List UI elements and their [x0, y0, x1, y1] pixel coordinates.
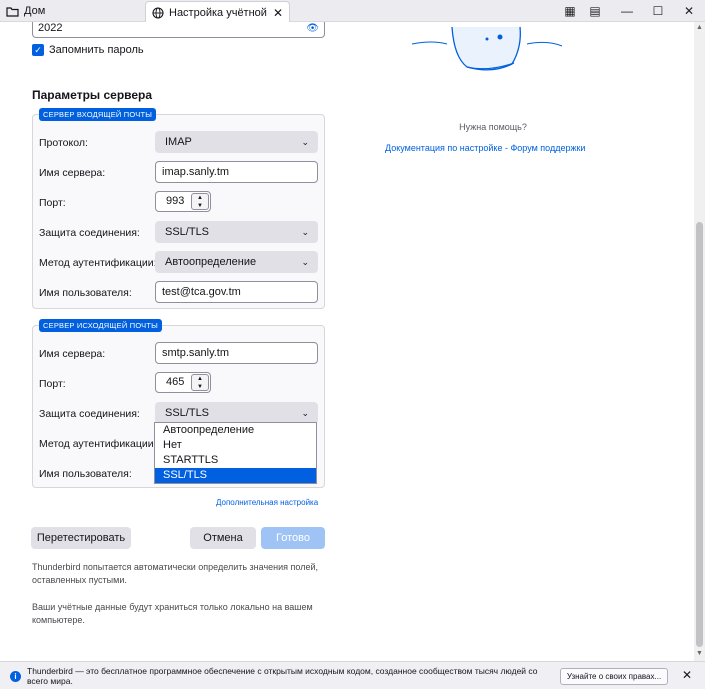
notification-bar: i Thunderbird — это бесплатное программн… [0, 661, 705, 689]
incoming-auth-value: Автоопределение [165, 256, 257, 268]
minimize-button[interactable]: — [612, 0, 642, 22]
security-dropdown-list[interactable]: Автоопределение Нет STARTTLS SSL/TLS [154, 422, 317, 484]
port-stepper[interactable]: ▲ ▼ [191, 374, 209, 391]
incoming-security-value: SSL/TLS [165, 226, 210, 238]
incoming-port-value: 993 [166, 195, 185, 207]
help-title: Нужна помощь? [459, 122, 527, 132]
checkmark-icon[interactable]: ✓ [32, 44, 44, 56]
incoming-security-select[interactable]: SSL/TLS ⌄ [155, 221, 318, 243]
incoming-port-label: Порт: [39, 197, 66, 209]
outgoing-security-value: SSL/TLS [165, 407, 210, 419]
chevron-down-icon: ⌄ [301, 257, 309, 267]
folder-icon [6, 6, 19, 17]
scroll-thumb[interactable] [696, 222, 703, 647]
close-window-button[interactable]: ✕ [674, 0, 704, 22]
tab-home-label: Дом [24, 5, 46, 17]
chevron-down-icon: ⌄ [301, 408, 309, 418]
dropdown-option[interactable]: Нет [155, 438, 316, 453]
outgoing-hostname-label: Имя сервера: [39, 348, 106, 360]
stepper-up-icon[interactable]: ▲ [192, 194, 208, 202]
outgoing-hostname-input[interactable]: smtp.sanly.tm [155, 342, 318, 364]
outgoing-port-input[interactable]: 465 ▲ ▼ [155, 372, 211, 393]
done-button[interactable]: Готово [261, 527, 325, 549]
tab-home[interactable]: Дом [0, 0, 145, 22]
outgoing-auth-label: Метод аутентификации: [39, 438, 157, 450]
incoming-auth-label: Метод аутентификации: [39, 257, 157, 269]
vertical-scrollbar[interactable]: ▲ ▼ [694, 22, 705, 661]
incoming-security-label: Защита соединения: [39, 227, 140, 239]
notification-text: Thunderbird — это бесплатное программное… [27, 666, 538, 686]
retest-button[interactable]: Перетестировать [31, 527, 131, 549]
outgoing-port-value: 465 [166, 376, 185, 388]
eye-icon[interactable]: 👁 [306, 22, 319, 35]
stepper-up-icon[interactable]: ▲ [192, 375, 208, 383]
advanced-config-link[interactable]: Дополнительная настройка [216, 498, 318, 507]
chevron-down-icon: ⌄ [301, 227, 309, 237]
stepper-down-icon[interactable]: ▼ [192, 383, 208, 391]
protocol-label: Протокол: [39, 137, 88, 149]
remember-password-checkbox[interactable]: ✓ Запомнить пароль [32, 44, 144, 56]
info-icon: i [10, 671, 21, 682]
remember-password-label: Запомнить пароль [49, 44, 144, 56]
outgoing-security-label: Защита соединения: [39, 408, 140, 420]
protocol-value: IMAP [165, 136, 192, 148]
chevron-down-icon: ⌄ [301, 137, 309, 147]
dropdown-option[interactable]: Автоопределение [155, 423, 316, 438]
incoming-auth-select[interactable]: Автоопределение ⌄ [155, 251, 318, 273]
incoming-username-input[interactable]: test@tca.gov.tm [155, 281, 318, 303]
account-setup-page: 2022 👁 ✓ Запомнить пароль Параметры серв… [0, 22, 695, 661]
mascot-illustration [411, 26, 563, 71]
autodetect-note: Thunderbird попытается автоматически опр… [32, 562, 318, 585]
stepper-down-icon[interactable]: ▼ [192, 202, 208, 210]
help-links[interactable]: Документация по настройке - Форум поддер… [385, 143, 585, 153]
outgoing-username-label: Имя пользователя: [39, 468, 132, 480]
maximize-button[interactable]: ☐ [643, 0, 673, 22]
globe-icon [152, 6, 164, 19]
tab-close-icon[interactable]: ✕ [273, 7, 283, 19]
incoming-server-legend: СЕРВЕР ВХОДЯЩЕЙ ПОЧТЫ [39, 108, 157, 121]
notification-close-icon[interactable]: ✕ [682, 668, 692, 682]
protocol-select[interactable]: IMAP ⌄ [155, 131, 318, 153]
incoming-hostname-input[interactable]: imap.sanly.tm [155, 161, 318, 183]
port-stepper[interactable]: ▲ ▼ [191, 193, 209, 210]
password-field[interactable]: 2022 👁 [32, 22, 325, 38]
outgoing-port-label: Порт: [39, 378, 66, 390]
incoming-port-input[interactable]: 993 ▲ ▼ [155, 191, 211, 212]
incoming-server-section: СЕРВЕР ВХОДЯЩЕЙ ПОЧТЫ Протокол: IMAP ⌄ И… [32, 108, 325, 309]
tasks-icon[interactable]: ▤ [580, 0, 610, 22]
title-bar: Дом Настройка учётной записи ✕ ▦ ▤ — ☐ ✕ [0, 0, 705, 23]
dropdown-option[interactable]: STARTTLS [155, 453, 316, 468]
local-storage-note: Ваши учётные данные будут храниться толь… [32, 602, 313, 625]
password-value: 2022 [38, 22, 63, 34]
dropdown-option-selected[interactable]: SSL/TLS [155, 468, 316, 483]
cancel-button[interactable]: Отмена [190, 527, 256, 549]
scroll-up-icon[interactable]: ▲ [695, 24, 704, 31]
scroll-down-icon[interactable]: ▼ [695, 650, 704, 657]
server-settings-title: Параметры сервера [32, 88, 153, 102]
tab-account-setup[interactable]: Настройка учётной записи ✕ [145, 1, 290, 23]
outgoing-security-select[interactable]: SSL/TLS ⌄ [155, 402, 318, 424]
tab-account-setup-label: Настройка учётной записи [169, 6, 268, 19]
know-your-rights-button[interactable]: Узнайте о своих правах... [560, 668, 668, 685]
incoming-hostname-label: Имя сервера: [39, 167, 106, 179]
incoming-username-label: Имя пользователя: [39, 287, 132, 299]
outgoing-server-legend: СЕРВЕР ИСХОДЯЩЕЙ ПОЧТЫ [39, 319, 163, 332]
